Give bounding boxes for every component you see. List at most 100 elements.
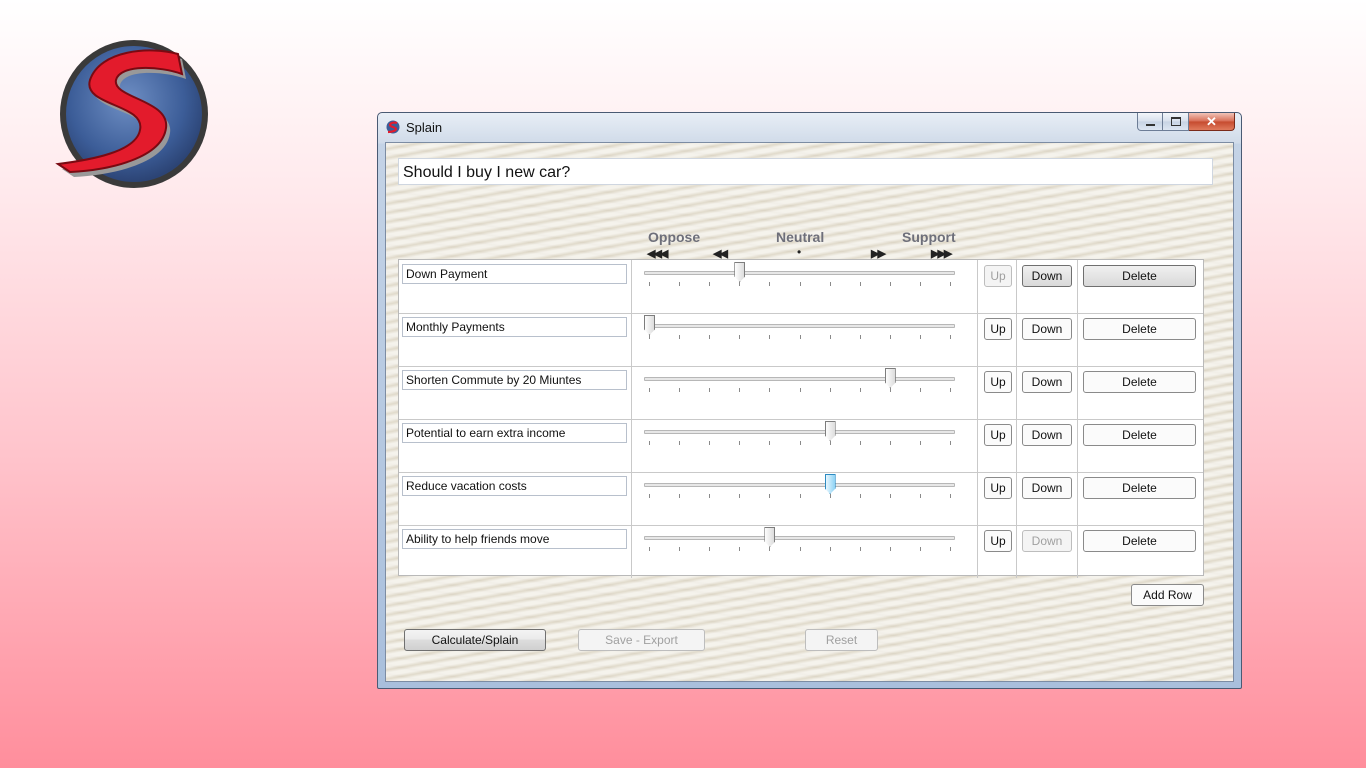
slider-tick: [889, 547, 891, 551]
column-divider: [1077, 525, 1078, 578]
table-row: Ability to help friends move Up Down Delete: [399, 525, 1203, 578]
client-area: Should I buy I new car? Oppose Neutral S…: [385, 142, 1234, 682]
slider-tick: [859, 494, 861, 498]
slider-track[interactable]: [644, 430, 955, 434]
slider-tick: [679, 335, 681, 339]
slider-tick: [679, 494, 681, 498]
add-row-button[interactable]: Add Row: [1131, 584, 1204, 606]
delete-row-button[interactable]: Delete: [1083, 530, 1196, 552]
factor-name-input[interactable]: Shorten Commute by 20 Miuntes: [402, 370, 627, 390]
column-divider: [1016, 260, 1017, 313]
slider-tick: [769, 388, 771, 392]
caption-buttons: ✕: [1137, 113, 1235, 133]
slider-tick: [709, 335, 711, 339]
column-divider: [1077, 472, 1078, 525]
move-down-button[interactable]: Down: [1022, 318, 1072, 340]
factor-name-input[interactable]: Ability to help friends move: [402, 529, 627, 549]
factor-name-input[interactable]: Reduce vacation costs: [402, 476, 627, 496]
save-export-button[interactable]: Save - Export: [578, 629, 705, 651]
slider-tick: [950, 282, 951, 286]
slider-tick: [889, 494, 891, 498]
slider-tick: [649, 388, 650, 392]
delete-row-button[interactable]: Delete: [1083, 318, 1196, 340]
column-divider: [631, 260, 632, 313]
slider-tick: [799, 282, 801, 286]
move-down-button[interactable]: Down: [1022, 371, 1072, 393]
factor-name-input[interactable]: Potential to earn extra income: [402, 423, 627, 443]
column-divider: [631, 472, 632, 525]
slider-tick: [889, 388, 891, 392]
delete-row-button[interactable]: Delete: [1083, 265, 1196, 287]
table-row: Reduce vacation costs Up Down Delete: [399, 472, 1203, 526]
slider-thumb[interactable]: [824, 474, 836, 494]
close-button[interactable]: ✕: [1189, 113, 1235, 131]
delete-row-button[interactable]: Delete: [1083, 477, 1196, 499]
slider-tick: [739, 282, 741, 286]
slider-tick: [709, 547, 711, 551]
slider-tick: [709, 282, 711, 286]
slider-track[interactable]: [644, 271, 955, 275]
slider-thumb[interactable]: [734, 262, 746, 282]
slider-track[interactable]: [644, 536, 955, 540]
slider-tick: [799, 388, 801, 392]
table-row: Potential to earn extra income Up Down Dele…: [399, 419, 1203, 473]
slider-tick: [799, 335, 801, 339]
maximize-button[interactable]: [1163, 113, 1189, 131]
move-up-button[interactable]: Up: [984, 318, 1012, 340]
slider-thumb[interactable]: [644, 315, 655, 335]
slider-track[interactable]: [644, 324, 955, 328]
slider-tick: [829, 388, 831, 392]
slider-tick: [950, 547, 951, 551]
slider-tick: [829, 335, 831, 339]
splain-app-icon: [386, 120, 400, 134]
move-down-button[interactable]: Down: [1022, 477, 1072, 499]
slider-tick: [739, 441, 741, 445]
move-down-button[interactable]: Down: [1022, 424, 1072, 446]
column-divider: [1016, 525, 1017, 578]
column-divider: [977, 260, 978, 313]
slider-tick: [859, 282, 861, 286]
slider-tick: [859, 441, 861, 445]
column-divider: [1016, 366, 1017, 419]
slider-tick: [829, 547, 831, 551]
column-divider: [631, 366, 632, 419]
factor-name-input[interactable]: Down Payment: [402, 264, 627, 284]
slider-tick: [950, 494, 951, 498]
title-bar[interactable]: Splain ✕: [378, 113, 1241, 141]
calculate-splain-button[interactable]: Calculate/Splain: [404, 629, 546, 651]
slider-tick: [799, 547, 801, 551]
slider-tick: [739, 335, 741, 339]
move-up-button[interactable]: Up: [984, 530, 1012, 552]
column-divider: [977, 419, 978, 472]
minimize-button[interactable]: [1137, 113, 1163, 131]
slider-thumb[interactable]: [884, 368, 896, 388]
slider-thumb[interactable]: [764, 527, 776, 547]
delete-row-button[interactable]: Delete: [1083, 371, 1196, 393]
factor-name-input[interactable]: Monthly Payments: [402, 317, 627, 337]
neutral-marker-icon: •: [797, 245, 802, 259]
slider-tick: [769, 441, 771, 445]
column-divider: [977, 472, 978, 525]
move-up-button[interactable]: Up: [984, 371, 1012, 393]
move-up-button[interactable]: Up: [984, 265, 1012, 287]
move-up-button[interactable]: Up: [984, 477, 1012, 499]
column-divider: [1016, 419, 1017, 472]
move-down-button[interactable]: Down: [1022, 530, 1072, 552]
column-divider: [631, 313, 632, 366]
slider-thumb[interactable]: [824, 421, 836, 441]
question-input[interactable]: Should I buy I new car?: [398, 158, 1213, 185]
move-down-button[interactable]: Down: [1022, 265, 1072, 287]
slider-tick: [649, 441, 650, 445]
reset-button[interactable]: Reset: [805, 629, 878, 651]
neutral-label: Neutral: [776, 229, 825, 245]
support-label: Support: [902, 229, 956, 245]
slider-track[interactable]: [644, 483, 955, 487]
slider-tick: [919, 335, 921, 339]
slider-tick: [799, 494, 801, 498]
delete-row-button[interactable]: Delete: [1083, 424, 1196, 446]
slider-tick: [919, 282, 921, 286]
slider-tick: [889, 335, 891, 339]
move-up-button[interactable]: Up: [984, 424, 1012, 446]
slider-track[interactable]: [644, 377, 955, 381]
column-divider: [977, 313, 978, 366]
